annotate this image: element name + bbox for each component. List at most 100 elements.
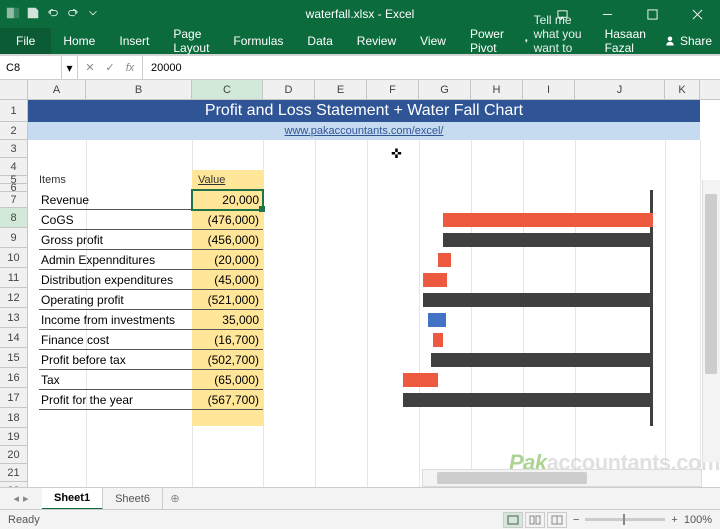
page-layout-view-icon[interactable] [525,512,545,528]
data-row: Profit before tax(502,700) [39,350,263,370]
data-row: Profit for the year(567,700) [39,390,263,410]
chart-bar [438,253,451,267]
undo-icon[interactable] [46,6,60,23]
maximize-icon[interactable] [630,0,675,28]
fx-icon[interactable]: fx [122,62,138,74]
vertical-scrollbar[interactable] [702,180,720,462]
zoom-out-icon[interactable]: − [573,514,579,526]
tab-insert[interactable]: Insert [107,28,161,54]
item-value: 20,000 [192,193,263,207]
ribbon-tabs: File Home Insert Page Layout Formulas Da… [0,28,720,54]
chart-bar [433,333,443,347]
data-row: CoGS(476,000) [39,210,263,230]
items-header: Items [39,174,66,186]
col-header[interactable]: E [315,80,367,99]
user-name[interactable]: Hasaan Fazal [595,28,656,54]
lightbulb-icon [524,35,529,47]
zoom-in-icon[interactable]: + [671,514,677,526]
item-label: Profit for the year [39,393,192,407]
formula-bar: C8 ▾ ✕ ✓ fx 20000 [0,56,720,80]
row-header[interactable]: 18 [0,408,27,428]
zoom-slider[interactable] [585,518,665,521]
sheet-tab[interactable]: Sheet1 [42,488,103,510]
row-header[interactable]: 6 [0,184,27,192]
tab-view[interactable]: View [408,28,458,54]
normal-view-icon[interactable] [503,512,523,528]
tab-page-layout[interactable]: Page Layout [161,28,221,54]
status-ready: Ready [0,514,40,526]
select-all-corner[interactable] [0,80,28,99]
item-label: Tax [39,373,192,387]
add-sheet-button[interactable]: ⊕ [163,492,187,505]
source-link[interactable]: www.pakaccountants.com/excel/ [285,125,444,137]
row-header[interactable]: 10 [0,248,27,268]
row-header[interactable]: 16 [0,368,27,388]
sheet-tab[interactable]: Sheet6 [103,488,163,510]
row-header[interactable]: 9 [0,228,27,248]
view-switcher [503,512,567,528]
row-header[interactable]: 8 [0,208,27,228]
tab-power-pivot[interactable]: Power Pivot [458,28,516,54]
col-header[interactable]: A [28,80,86,99]
tab-review[interactable]: Review [345,28,408,54]
row-header[interactable]: 15 [0,348,27,368]
item-label: CoGS [39,213,192,227]
title-bar: waterfall.xlsx - Excel [0,0,720,28]
tab-data[interactable]: Data [295,28,344,54]
file-tab[interactable]: File [0,28,51,54]
col-header[interactable]: G [419,80,471,99]
excel-icon [6,6,20,23]
chart-bar [431,353,653,367]
row-header[interactable]: 12 [0,288,27,308]
tell-me[interactable]: Tell me what you want to do... [524,28,595,54]
item-label: Finance cost [39,333,192,347]
row-header[interactable]: 21 [0,464,27,482]
data-row: Operating profit(521,000) [39,290,263,310]
row-header[interactable]: 3 [0,140,27,158]
name-box[interactable]: C8 [0,56,62,79]
row-header[interactable]: 7 [0,192,27,208]
col-header[interactable]: K [665,80,700,99]
name-box-dropdown-icon[interactable]: ▾ [62,56,78,79]
col-header[interactable]: H [471,80,523,99]
col-header[interactable]: B [86,80,192,99]
sheet-nav[interactable]: ◂▸ [0,492,42,505]
item-label: Distribution expenditures [39,273,192,287]
redo-icon[interactable] [66,6,80,23]
data-row: Revenue20,000 [39,190,263,210]
col-header[interactable]: F [367,80,419,99]
tab-home[interactable]: Home [51,28,107,54]
save-icon[interactable] [26,6,40,23]
col-header[interactable]: J [575,80,665,99]
row-header[interactable]: 2 [0,122,27,140]
row-header[interactable]: 14 [0,328,27,348]
chart-bar [423,293,653,307]
qat-dropdown-icon[interactable] [86,6,100,23]
tab-formulas[interactable]: Formulas [221,28,295,54]
col-header[interactable]: D [263,80,315,99]
row-header[interactable]: 11 [0,268,27,288]
enter-icon[interactable]: ✓ [102,61,118,74]
item-label: Gross profit [39,233,192,247]
row-header[interactable]: 13 [0,308,27,328]
row-header[interactable]: 1 [0,100,27,122]
worksheet-grid[interactable]: A B C D E F G H I J K 123456789101112131… [0,80,720,504]
window-title: waterfall.xlsx - Excel [306,7,415,21]
cancel-icon[interactable]: ✕ [82,61,98,74]
cells-area[interactable]: Profit and Loss Statement + Water Fall C… [28,100,720,504]
col-header[interactable]: I [523,80,575,99]
quick-access-toolbar [0,6,100,23]
row-header[interactable]: 19 [0,428,27,446]
row-header[interactable]: 20 [0,446,27,464]
zoom-level[interactable]: 100% [684,514,712,526]
item-value: (16,700) [192,333,263,347]
col-header[interactable]: C [192,80,263,99]
value-header: Value [198,174,225,186]
horizontal-scrollbar[interactable] [422,469,702,487]
formula-input[interactable]: 20000 [143,56,720,79]
row-header[interactable]: 17 [0,388,27,408]
close-icon[interactable] [675,0,720,28]
item-value: (20,000) [192,253,263,267]
page-break-view-icon[interactable] [547,512,567,528]
share-button[interactable]: Share [656,28,720,54]
